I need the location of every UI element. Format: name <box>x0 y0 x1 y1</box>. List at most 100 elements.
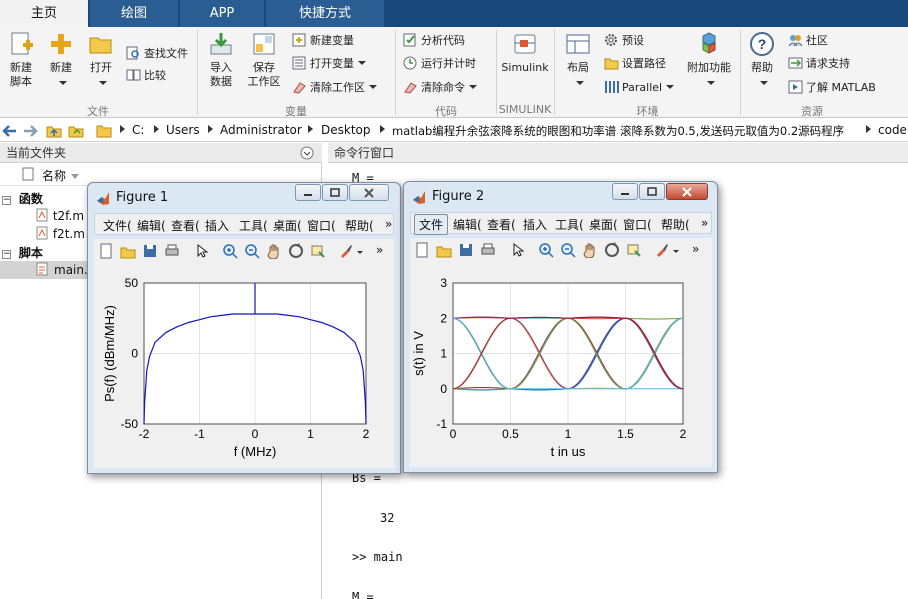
close-button[interactable] <box>666 183 708 200</box>
new-variable-button[interactable]: 新建变量 <box>292 32 354 50</box>
clear-commands-button[interactable]: 清除命令 <box>403 79 477 97</box>
brush-dropdown-icon[interactable] <box>356 243 364 259</box>
tab-plots[interactable]: 绘图 <box>90 0 178 27</box>
print-icon[interactable] <box>164 243 180 259</box>
tree-group-scripts[interactable]: − 脚本 <box>2 244 43 261</box>
tab-shortcuts[interactable]: 快捷方式 <box>266 0 384 27</box>
menu-desktop[interactable]: 桌面( <box>273 217 302 234</box>
run-and-time-button[interactable]: 运行并计时 <box>403 55 476 73</box>
menu-overflow-icon[interactable]: » <box>701 216 708 230</box>
back-arrow-icon[interactable] <box>2 123 18 139</box>
find-files-button[interactable]: 查找文件 <box>126 45 188 63</box>
breadcrumb-item[interactable]: Users <box>166 123 200 137</box>
minimize-button[interactable] <box>612 183 638 200</box>
open-button[interactable]: 打开 <box>84 31 118 91</box>
rotate-3d-icon[interactable] <box>604 242 620 258</box>
breadcrumb-item[interactable]: matlab编程升余弦滚降系统的眼图和功率谱 滚降系数为0.5,发送码元取值为0… <box>392 123 844 139</box>
pointer-icon[interactable] <box>194 243 210 259</box>
menu-tools[interactable]: 工具( <box>239 217 268 234</box>
pan-hand-icon[interactable] <box>266 243 282 260</box>
preferences-button[interactable]: 预设 <box>604 32 644 50</box>
menu-file[interactable]: 文件 <box>414 214 449 235</box>
menu-tools[interactable]: 工具( <box>555 216 584 233</box>
addons-button[interactable]: 附加功能 <box>684 31 734 91</box>
print-icon[interactable] <box>480 242 496 258</box>
new-button[interactable]: 新建 <box>44 31 78 91</box>
menu-edit[interactable]: 编辑( <box>453 216 482 233</box>
help-button[interactable]: ? 帮助 <box>746 31 778 91</box>
menu-edit[interactable]: 编辑( <box>137 217 166 234</box>
panel-menu-icon[interactable] <box>300 146 314 160</box>
rotate-3d-icon[interactable] <box>288 243 304 259</box>
menu-view[interactable]: 查看( <box>171 217 200 234</box>
save-workspace-button[interactable]: 保存 工作区 <box>244 31 284 89</box>
breadcrumb-item[interactable]: C: <box>132 123 144 137</box>
menu-window[interactable]: 窗口( <box>623 216 652 233</box>
menu-view[interactable]: 查看( <box>487 216 516 233</box>
menu-help[interactable]: 帮助( <box>345 217 374 234</box>
zoom-in-icon[interactable] <box>222 243 238 259</box>
breadcrumb-item[interactable]: code <box>878 123 907 137</box>
file-item[interactable]: t2f.m <box>36 208 84 223</box>
zoom-out-icon[interactable] <box>244 243 260 259</box>
tab-apps[interactable]: APP <box>180 0 264 27</box>
menu-file[interactable]: 文件( <box>103 217 132 234</box>
set-path-button[interactable]: 设置路径 <box>604 55 666 73</box>
analyze-code-button[interactable]: 分析代码 <box>403 32 465 50</box>
clear-workspace-button[interactable]: 清除工作区 <box>292 79 377 97</box>
toolbar-overflow-icon[interactable]: » <box>376 243 392 259</box>
collapse-icon[interactable]: − <box>2 250 11 259</box>
compare-button[interactable]: 比较 <box>126 67 166 85</box>
request-support-button[interactable]: 请求支持 <box>788 55 850 73</box>
open-file-icon[interactable] <box>436 242 452 258</box>
pointer-icon[interactable] <box>510 242 526 258</box>
new-script-button[interactable]: 新建 脚本 <box>4 31 38 89</box>
brush-icon[interactable] <box>654 242 670 258</box>
collapse-icon[interactable]: − <box>2 196 11 205</box>
save-icon[interactable] <box>142 243 158 259</box>
x-tick-label: 0 <box>252 427 259 441</box>
zoom-in-icon[interactable] <box>538 242 554 258</box>
menu-window[interactable]: 窗口( <box>307 217 336 234</box>
menu-insert[interactable]: 插入 <box>523 216 547 233</box>
save-icon[interactable] <box>458 242 474 258</box>
menu-insert[interactable]: 插入 <box>205 217 229 234</box>
learn-matlab-button[interactable]: 了解 MATLAB <box>788 79 876 97</box>
maximize-button[interactable] <box>639 183 665 200</box>
figure-2-window[interactable]: Figure 2 文件 编辑( 查看( 插入 工具( 桌面( 窗口( 帮助( »… <box>403 181 718 473</box>
breadcrumb-item[interactable]: Desktop <box>321 123 371 137</box>
import-data-button[interactable]: 导入 数据 <box>204 31 238 89</box>
open-variable-button[interactable]: 打开变量 <box>292 55 366 73</box>
figure-1-window[interactable]: Figure 1 文件( 编辑( 查看( 插入 工具( 桌面( 窗口( 帮助( … <box>87 182 401 474</box>
data-cursor-icon[interactable] <box>626 242 642 258</box>
menu-overflow-icon[interactable]: » <box>385 217 392 231</box>
file-item[interactable]: f2t.m <box>36 226 85 241</box>
tree-group-functions[interactable]: − 函数 <box>2 190 43 207</box>
zoom-out-icon[interactable] <box>560 242 576 258</box>
breadcrumb-item[interactable]: Administrator <box>220 123 302 137</box>
up-folder-icon[interactable] <box>46 123 62 139</box>
pan-hand-icon[interactable] <box>582 242 598 259</box>
open-file-icon[interactable] <box>120 243 136 259</box>
parallel-button[interactable]: Parallel <box>604 79 675 97</box>
brush-dropdown-icon[interactable] <box>672 242 680 258</box>
menu-desktop[interactable]: 桌面( <box>589 216 618 233</box>
new-figure-icon[interactable] <box>98 243 114 259</box>
eye-diagram-plot[interactable]: 0 0.5 1 1.5 23210-1t in uss(t) in V <box>410 262 712 467</box>
name-column-header[interactable]: 名称 <box>42 167 80 184</box>
tab-home[interactable]: 主页 <box>0 0 88 27</box>
forward-arrow-icon[interactable] <box>22 123 38 139</box>
close-button[interactable] <box>349 184 389 201</box>
menu-help[interactable]: 帮助( <box>661 216 690 233</box>
brush-icon[interactable] <box>338 243 354 259</box>
psd-plot[interactable]: -2 -1 0 1 2 50 0 -50 f (MHz) Ps(f) (dBm/MHz) <box>94 263 394 468</box>
browse-folder-icon[interactable] <box>68 123 84 139</box>
data-cursor-icon[interactable] <box>310 243 326 259</box>
maximize-button[interactable] <box>322 184 348 201</box>
toolbar-overflow-icon[interactable]: » <box>692 242 708 258</box>
community-button[interactable]: 社区 <box>788 32 828 50</box>
minimize-button[interactable] <box>295 184 321 201</box>
layout-button[interactable]: 布局 <box>561 31 595 91</box>
new-figure-icon[interactable] <box>414 242 430 258</box>
simulink-button[interactable]: Simulink <box>500 31 550 75</box>
